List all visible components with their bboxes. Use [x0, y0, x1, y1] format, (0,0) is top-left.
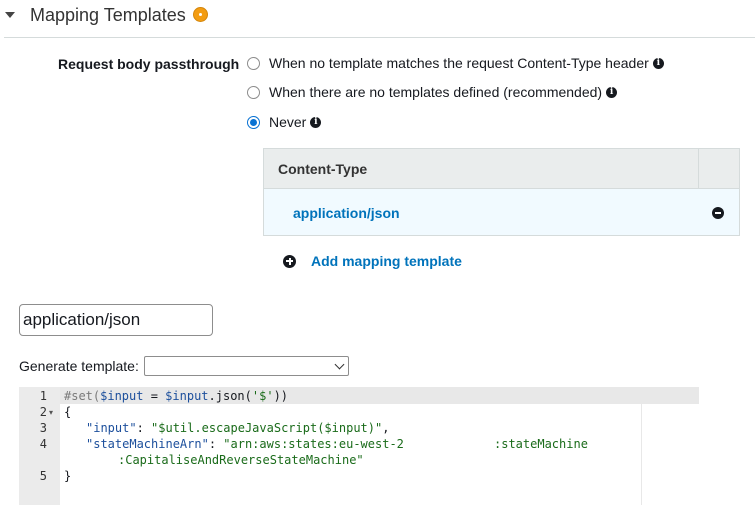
- section-title: Mapping Templates: [30, 5, 186, 25]
- token: ,: [382, 421, 390, 435]
- generate-template-select[interactable]: [144, 356, 349, 376]
- table-header: Content-Type: [264, 149, 739, 189]
- table-row[interactable]: application/json: [264, 189, 739, 235]
- radio-label: Never: [269, 114, 307, 130]
- info-icon[interactable]: i: [606, 86, 618, 98]
- chevron-down-icon: [334, 359, 345, 370]
- token: $input: [100, 389, 144, 403]
- fold-arrow-icon[interactable]: ▾: [49, 408, 53, 417]
- add-mapping-template-button[interactable]: Add mapping template: [283, 253, 462, 269]
- token: "arn:aws:states:eu-west-2: [223, 437, 404, 451]
- line-number: 1: [39, 389, 47, 403]
- token: =: [143, 389, 166, 403]
- radio-button-selected[interactable]: [247, 115, 260, 129]
- info-icon[interactable]: i: [310, 116, 322, 128]
- add-icon[interactable]: [283, 254, 296, 268]
- radio-option-never[interactable]: Never i: [247, 114, 322, 130]
- code-line-2: {: [64, 405, 72, 419]
- radio-button[interactable]: [247, 85, 260, 99]
- divider: [4, 37, 755, 38]
- line-number: 4: [39, 437, 47, 451]
- radio-button[interactable]: [247, 56, 260, 70]
- token: "stateMachineArn": [86, 437, 209, 451]
- passthrough-label: Request body passthrough: [58, 56, 240, 72]
- content-type-table: Content-Type application/json: [263, 148, 740, 236]
- code-line-1: #set($input = $input.json('$')): [64, 389, 288, 403]
- token: )): [273, 389, 289, 403]
- print-margin: [641, 387, 642, 505]
- content-type-link[interactable]: application/json: [293, 205, 400, 221]
- line-number: 2: [39, 405, 47, 419]
- code-line-5: }: [64, 469, 72, 483]
- code-editor[interactable]: 1 2 ▾ 3 4 5 #set($input = $input.json('$…: [19, 387, 699, 505]
- content-type-input[interactable]: [19, 304, 213, 336]
- token: .json(: [208, 389, 252, 403]
- token: :: [208, 437, 224, 451]
- token: $input: [165, 389, 209, 403]
- token: '$': [251, 389, 274, 403]
- radio-label: When no template matches the request Con…: [269, 55, 649, 71]
- line-number: 3: [39, 421, 47, 435]
- code-line-3: "input": "$util.escapeJavaScript($input)…: [86, 421, 389, 435]
- remove-icon[interactable]: [712, 207, 724, 219]
- code-line-4-tail: :stateMachine: [494, 437, 588, 451]
- column-header-content-type: Content-Type: [278, 161, 368, 177]
- collapse-caret-icon[interactable]: [5, 12, 15, 18]
- column-divider: [698, 149, 699, 188]
- add-mapping-template-label[interactable]: Add mapping template: [311, 253, 462, 269]
- code-line-4-wrap: :CapitaliseAndReverseStateMachine": [118, 453, 364, 467]
- token: "$util.escapeJavaScript($input)": [151, 421, 383, 435]
- token: #set(: [64, 389, 101, 403]
- radio-option-when-no-match[interactable]: When no template matches the request Con…: [247, 55, 664, 71]
- radio-option-no-templates[interactable]: When there are no templates defined (rec…: [247, 84, 618, 100]
- info-dot-icon: [193, 7, 208, 22]
- token: :: [136, 421, 152, 435]
- line-number: 5: [39, 469, 47, 483]
- generate-template-label: Generate template:: [19, 358, 139, 374]
- code-line-4: "stateMachineArn": "arn:aws:states:eu-we…: [86, 437, 404, 451]
- radio-label: When there are no templates defined (rec…: [269, 84, 603, 100]
- info-icon[interactable]: i: [652, 57, 664, 69]
- token: "input": [86, 421, 137, 435]
